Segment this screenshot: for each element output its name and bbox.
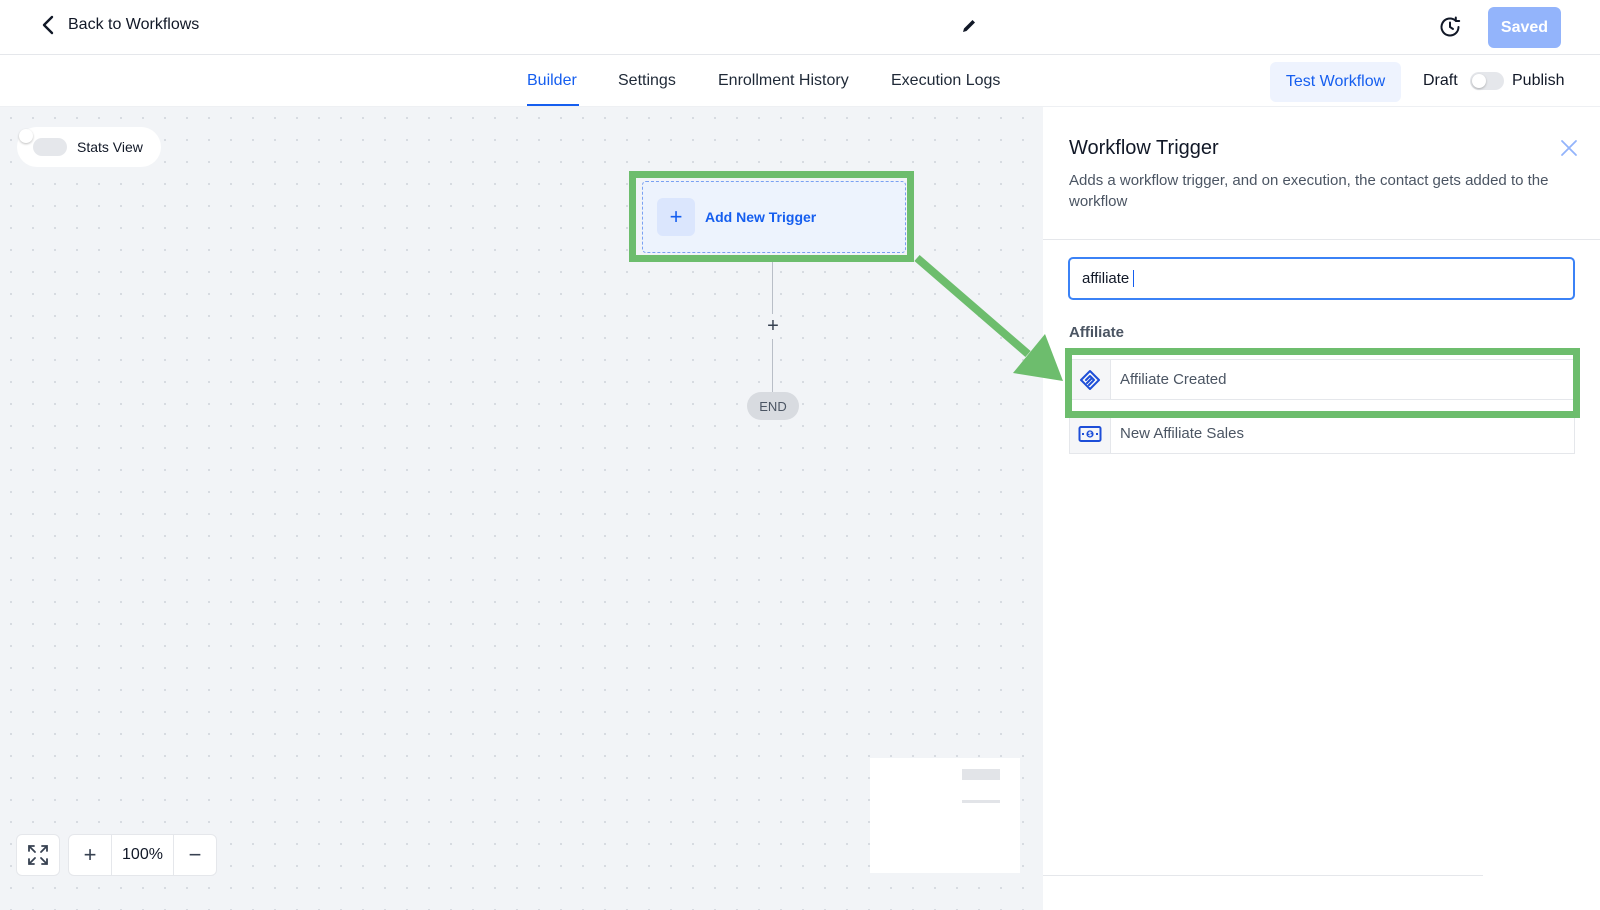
- fit-view-button[interactable]: [16, 834, 60, 876]
- trigger-search-input[interactable]: affiliate: [1068, 257, 1575, 300]
- stats-view-switch[interactable]: [33, 138, 67, 156]
- option-group-label: Affiliate: [1069, 324, 1125, 341]
- tab-enrollment-history[interactable]: Enrollment History: [718, 72, 849, 90]
- add-new-trigger-card[interactable]: + Add New Trigger: [642, 181, 906, 253]
- add-new-trigger-label: Add New Trigger: [705, 209, 817, 225]
- stats-view-label: Stats View: [77, 139, 143, 155]
- option-new-affiliate-sales[interactable]: $ New Affiliate Sales: [1069, 413, 1575, 454]
- dollar-bill-icon: $: [1070, 414, 1111, 453]
- zoom-level: 100%: [111, 835, 174, 875]
- back-to-workflows-link[interactable]: Back to Workflows: [40, 14, 199, 36]
- expand-icon: [28, 845, 48, 865]
- tab-execution-logs[interactable]: Execution Logs: [891, 72, 1000, 90]
- svg-text:$: $: [1088, 431, 1092, 438]
- active-tab-indicator: [527, 104, 579, 106]
- workflow-trigger-panel: Workflow Trigger Adds a workflow trigger…: [1043, 107, 1600, 910]
- close-icon[interactable]: [1560, 139, 1578, 157]
- minimap-node: [962, 769, 1000, 780]
- option-label: New Affiliate Sales: [1120, 425, 1244, 442]
- panel-description: Adds a workflow trigger, and on executio…: [1069, 172, 1549, 210]
- stats-view-toggle[interactable]: Stats View: [17, 127, 161, 167]
- zoom-controls: + 100% −: [68, 834, 217, 876]
- draft-label: Draft: [1423, 72, 1458, 89]
- flow-connector-top: [772, 262, 773, 314]
- workflow-canvas[interactable]: Stats View + Add New Trigger + END + 100…: [0, 107, 1043, 910]
- zoom-in-button[interactable]: +: [69, 835, 111, 875]
- pencil-icon[interactable]: [960, 17, 978, 35]
- publish-label: Publish: [1512, 72, 1565, 89]
- chevron-left-icon: [42, 15, 54, 35]
- minimap-node: [962, 800, 1000, 803]
- end-node: END: [747, 392, 799, 420]
- zoom-out-button[interactable]: −: [174, 835, 216, 875]
- divider: [1043, 875, 1483, 876]
- text-caret: [1133, 270, 1135, 287]
- panel-title: Workflow Trigger: [1069, 137, 1219, 159]
- search-value: affiliate: [1082, 270, 1130, 287]
- history-icon[interactable]: [1438, 15, 1462, 39]
- test-workflow-button[interactable]: Test Workflow: [1270, 62, 1401, 102]
- top-bar: Back to Workflows Saved: [0, 0, 1600, 55]
- divider: [1043, 239, 1600, 240]
- saved-button[interactable]: Saved: [1488, 7, 1561, 48]
- tab-settings[interactable]: Settings: [618, 72, 676, 90]
- flow-connector-bottom: [772, 339, 773, 392]
- add-step-button[interactable]: +: [762, 315, 784, 337]
- tab-builder[interactable]: Builder: [527, 72, 577, 90]
- back-link-label: Back to Workflows: [68, 16, 200, 33]
- publish-toggle[interactable]: [1470, 72, 1504, 90]
- option-highlight-box: [1065, 348, 1580, 418]
- minimap[interactable]: [870, 758, 1020, 873]
- tab-bar: Builder Settings Enrollment History Exec…: [0, 55, 1600, 107]
- plus-icon: +: [657, 198, 695, 236]
